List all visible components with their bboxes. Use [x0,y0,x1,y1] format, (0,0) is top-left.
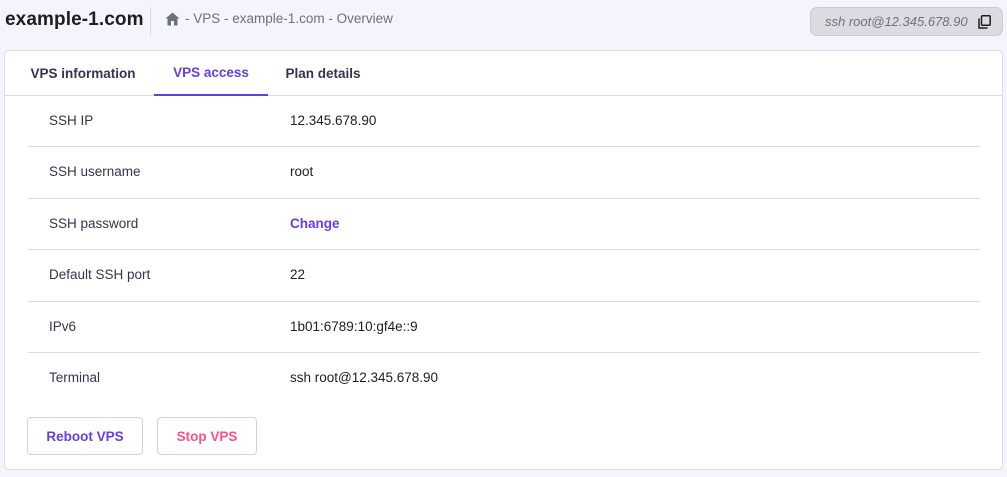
tab-bar: VPS information VPS access Plan details [5,51,1002,96]
breadcrumb: - VPS - example-1.com - Overview [165,11,393,26]
row-ssh-ip: SSH IP 12.345.678.90 [28,96,980,148]
page-header: example-1.com - VPS - example-1.com - Ov… [0,0,1007,44]
row-label: Default SSH port [49,267,151,283]
row-label: IPv6 [49,318,77,334]
breadcrumb-domain[interactable]: example-1.com [232,11,324,26]
ssh-command-text: ssh root@12.345.678.90 [825,14,968,29]
row-value: ssh root@12.345.678.90 [290,369,439,385]
row-ipv6: IPv6 1b01:6789:10:gf4e::9 [28,302,980,353]
header-divider [150,7,151,36]
row-terminal: Terminal ssh root@12.345.678.90 [28,353,980,404]
row-value: root [290,164,314,180]
breadcrumb-vps[interactable]: - VPS - [185,11,229,26]
row-label: Terminal [49,369,101,385]
tab-vps-access[interactable]: VPS access [154,51,268,96]
access-table: SSH IP 12.345.678.90 SSH username root S… [28,96,980,404]
row-value: 22 [290,267,306,283]
ssh-command-pill[interactable]: ssh root@12.345.678.90 [810,7,1003,36]
change-password-link[interactable]: Change [290,216,340,231]
home-icon[interactable] [165,12,180,26]
row-ssh-username: SSH username root [28,147,980,199]
row-label: SSH password [49,215,139,231]
tab-plan-details[interactable]: Plan details [268,51,378,96]
vps-access-card: VPS information VPS access Plan details … [4,50,1003,470]
stop-vps-button[interactable]: Stop VPS [157,417,257,455]
reboot-vps-button[interactable]: Reboot VPS [27,417,143,455]
row-value: 1b01:6789:10:gf4e::9 [290,318,418,334]
breadcrumb-overview: - Overview [328,11,393,26]
row-ssh-password: SSH password Change [28,199,980,251]
tab-vps-information[interactable]: VPS information [17,51,149,96]
copy-icon[interactable] [978,15,991,29]
row-label: SSH IP [49,113,94,128]
row-value: 12.345.678.90 [290,113,377,128]
page-title: example-1.com [5,9,144,30]
row-label: SSH username [49,164,141,180]
row-ssh-port: Default SSH port 22 [28,250,980,302]
